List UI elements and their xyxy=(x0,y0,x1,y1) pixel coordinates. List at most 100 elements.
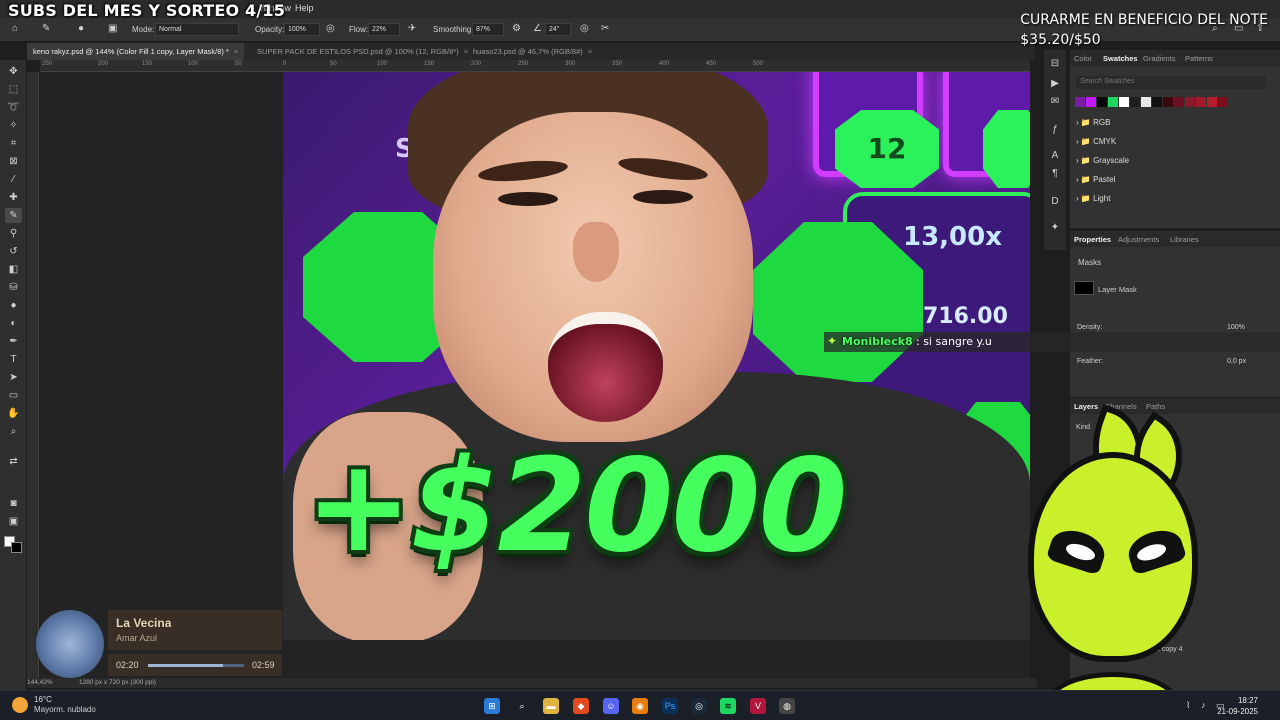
brave-icon[interactable]: ◆ xyxy=(573,698,589,714)
swatch[interactable] xyxy=(1207,97,1217,107)
smoothing-gear-icon[interactable]: ⚙ xyxy=(512,23,521,34)
tab-patterns[interactable]: Patterns xyxy=(1185,54,1213,63)
zoom-level[interactable]: 144,43% xyxy=(27,679,53,686)
zoom-tool-icon[interactable]: ⌕ xyxy=(5,424,22,439)
eyedropper-tool-icon[interactable]: ⁄ xyxy=(5,172,22,187)
paragraph-icon[interactable]: ¶ xyxy=(1048,168,1062,182)
swatch[interactable] xyxy=(1075,97,1085,107)
start-icon[interactable]: ⊞ xyxy=(484,698,500,714)
swatch-group-light[interactable]: › 📁 Light xyxy=(1076,194,1110,203)
lasso-tool-icon[interactable]: ➰ xyxy=(5,100,22,115)
blur-tool-icon[interactable]: ● xyxy=(5,298,22,313)
pen-tool-icon[interactable]: ✒ xyxy=(5,334,22,349)
tab-gradients[interactable]: Gradients xyxy=(1143,54,1176,63)
swatch[interactable] xyxy=(1174,97,1184,107)
crop-tool-icon[interactable]: ⌗ xyxy=(5,136,22,151)
file-explorer-icon[interactable]: ▬ xyxy=(543,698,559,714)
close-icon[interactable]: × xyxy=(234,47,238,56)
dodge-tool-icon[interactable]: ◐ xyxy=(5,316,22,331)
feather-field[interactable]: 0,0 px xyxy=(1227,358,1246,365)
shape-tool-icon[interactable]: ▭ xyxy=(5,388,22,403)
paint-bucket-tool-icon[interactable]: ⛁ xyxy=(5,280,22,295)
history-brush-tool-icon[interactable]: ↺ xyxy=(5,244,22,259)
layer-mask-thumbnail[interactable] xyxy=(1074,281,1094,295)
tab-huaso23[interactable]: huaso23.psd @ 46,7% (RGB/8#) × xyxy=(467,43,598,60)
quick-select-tool-icon[interactable]: ✧ xyxy=(5,118,22,133)
comments-icon[interactable]: ✉ xyxy=(1048,96,1062,110)
tab-keno-rakyz[interactable]: keno rakyz.psd @ 144% (Color Fill 1 copy… xyxy=(27,43,245,60)
weather-widget[interactable]: 16°C Mayorm. nublado xyxy=(12,695,96,715)
flame-icon[interactable]: ✦ xyxy=(1048,222,1062,236)
background-color[interactable] xyxy=(11,542,22,553)
smoothing-field[interactable]: 87% xyxy=(472,23,504,36)
menu-help[interactable]: Help xyxy=(295,3,314,13)
brush-preset-icon[interactable]: ✎ xyxy=(42,23,50,34)
photoshop-icon[interactable]: Ps xyxy=(662,698,678,714)
swatch[interactable] xyxy=(1130,97,1140,107)
stamp-tool-icon[interactable]: ⚲ xyxy=(5,226,22,241)
swatch[interactable] xyxy=(1196,97,1206,107)
system-clock[interactable]: 18:27 21-09-2025 xyxy=(1217,695,1258,717)
brush-settings-icon[interactable]: ▣ xyxy=(108,23,117,34)
density-field[interactable]: 100% xyxy=(1227,324,1245,331)
valorant-icon[interactable]: V xyxy=(750,698,766,714)
flow-field[interactable]: 22% xyxy=(368,23,400,36)
swatch[interactable] xyxy=(1218,97,1228,107)
quick-mask-icon[interactable]: ◙ xyxy=(5,496,22,511)
type-tool-icon[interactable]: T xyxy=(5,352,22,367)
actions-icon[interactable]: ▶ xyxy=(1048,78,1062,92)
tab-color[interactable]: Color xyxy=(1074,54,1092,63)
mode-select[interactable]: Normal xyxy=(155,23,239,36)
healing-tool-icon[interactable]: ✚ xyxy=(5,190,22,205)
swatch-group-grayscale[interactable]: › 📁 Grayscale xyxy=(1076,156,1129,165)
document-info[interactable]: 1280 px x 720 px (300 ppi) xyxy=(79,679,156,686)
tab-properties[interactable]: Properties xyxy=(1074,235,1111,244)
swatch-group-cmyk[interactable]: › 📁 CMYK xyxy=(1076,137,1116,146)
character-icon[interactable]: A xyxy=(1048,150,1062,164)
blender-icon[interactable]: ◉ xyxy=(632,698,648,714)
steam-icon[interactable]: ◎ xyxy=(691,698,707,714)
swatch[interactable] xyxy=(1152,97,1162,107)
swatch[interactable] xyxy=(1185,97,1195,107)
frame-tool-icon[interactable]: ⊠ xyxy=(5,154,22,169)
swatch[interactable] xyxy=(1108,97,1118,107)
tab-swatches[interactable]: Swatches xyxy=(1103,54,1138,63)
pressure-opacity-icon[interactable]: ◎ xyxy=(326,23,335,34)
tab-super-pack[interactable]: SUPER PACK DE ESTILOS PSD.psd @ 100% (12… xyxy=(251,43,474,60)
tab-libraries[interactable]: Libraries xyxy=(1170,235,1199,244)
screen-mode-icon[interactable]: ▣ xyxy=(5,514,22,529)
swatch-group-rgb[interactable]: › 📁 RGB xyxy=(1076,118,1110,127)
swatches-search-input[interactable]: Search Swatches xyxy=(1076,76,1266,89)
tab-adjustments[interactable]: Adjustments xyxy=(1118,235,1159,244)
history-icon[interactable]: ⊟ xyxy=(1048,58,1062,72)
spotify-icon[interactable]: ≋ xyxy=(720,698,736,714)
brush-size-icon[interactable]: ● xyxy=(78,23,84,34)
marquee-tool-icon[interactable]: ⬚ xyxy=(5,82,22,97)
brush-tool-icon[interactable]: ✎ xyxy=(5,208,22,223)
angle-field[interactable]: 24° xyxy=(545,23,571,36)
swatch[interactable] xyxy=(1086,97,1096,107)
swatch[interactable] xyxy=(1141,97,1151,107)
move-tool-icon[interactable]: ✥ xyxy=(5,64,22,79)
pressure-size-icon[interactable]: ◎ xyxy=(580,23,589,34)
swatch[interactable] xyxy=(1097,97,1107,107)
search-icon[interactable]: ⌕ xyxy=(514,698,530,714)
swatch-group-pastel[interactable]: › 📁 Pastel xyxy=(1076,175,1115,184)
obs-icon[interactable]: ◍ xyxy=(779,698,795,714)
plugin-icon[interactable]: D xyxy=(1048,196,1062,210)
network-icon[interactable]: ⌇ xyxy=(1186,700,1190,711)
tab-layers[interactable]: Layers xyxy=(1074,402,1098,411)
volume-icon[interactable]: ♪ xyxy=(1201,700,1206,710)
home-icon[interactable]: ⌂ xyxy=(12,23,18,34)
document-canvas[interactable]: 12 S 13,00x 716.00 +$2000 xyxy=(283,72,1030,640)
hand-tool-icon[interactable]: ✋ xyxy=(5,406,22,421)
airbrush-icon[interactable]: ✈ xyxy=(408,23,416,34)
opacity-field[interactable]: 100% xyxy=(284,23,320,36)
discord-icon[interactable]: ☺ xyxy=(603,698,619,714)
close-icon[interactable]: × xyxy=(588,47,592,56)
swatch[interactable] xyxy=(1163,97,1173,107)
swap-colors-icon[interactable]: ⇄ xyxy=(5,454,22,469)
styles-icon[interactable]: ƒ xyxy=(1048,124,1062,138)
swatch[interactable] xyxy=(1119,97,1129,107)
tab-paths[interactable]: Paths xyxy=(1146,402,1165,411)
